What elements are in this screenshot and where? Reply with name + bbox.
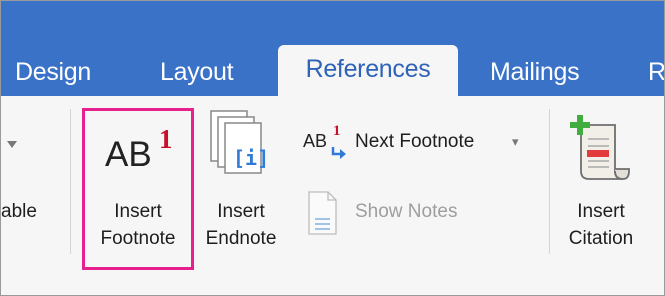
next-footnote-dropdown-arrow[interactable]: ▾ — [512, 129, 519, 155]
show-notes-label: Show Notes — [355, 201, 458, 222]
next-arrow-icon — [331, 147, 346, 159]
highlight-box — [82, 108, 194, 270]
insert-endnote-label-line1: Insert — [217, 201, 265, 222]
endnote-icon-text: [i] — [233, 146, 269, 170]
group-divider — [70, 109, 71, 254]
tab-mailings[interactable]: Mailings — [490, 57, 580, 87]
ribbon-tab-bar: Design Layout References Mailings R — [1, 1, 664, 101]
next-footnote-label: Next Footnote — [355, 131, 475, 152]
next-footnote-icon-text: AB — [303, 131, 328, 151]
tab-design[interactable]: Design — [15, 57, 91, 87]
partial-command-label[interactable]: able — [1, 199, 37, 225]
tab-layout[interactable]: Layout — [160, 57, 234, 87]
next-footnote-icon: AB — [303, 131, 327, 152]
endnote-icon: [i] — [210, 110, 269, 174]
word-window: Design Layout References Mailings R able… — [0, 0, 665, 296]
insert-citation-label-line2: Citation — [568, 228, 634, 249]
group-divider — [549, 109, 550, 254]
tab-review-partial[interactable]: R — [648, 57, 664, 87]
citation-scroll-icon — [570, 115, 630, 180]
next-footnote-icon-superscript: 1 — [333, 123, 341, 139]
insert-citation-label-line1: Insert — [577, 201, 625, 222]
insert-endnote-label-line2: Endnote — [205, 228, 277, 249]
tab-references[interactable]: References — [278, 45, 458, 101]
show-notes-icon — [308, 191, 337, 235]
dropdown-arrow-icon[interactable] — [7, 141, 17, 149]
